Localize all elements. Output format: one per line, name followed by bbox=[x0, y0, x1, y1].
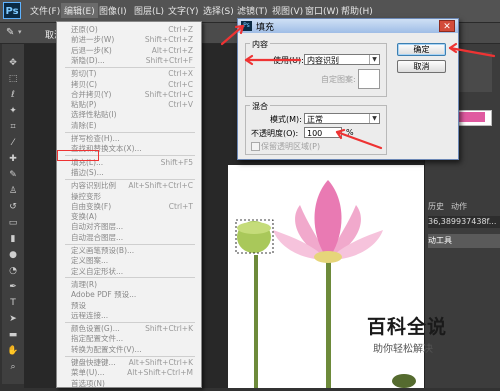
watermark-title: 百科全说 bbox=[367, 316, 448, 338]
watermark-subtitle: 助你轻松解决 bbox=[373, 344, 433, 355]
arrow-to-dialog-title bbox=[220, 24, 245, 46]
arrow-to-opacity bbox=[335, 130, 383, 150]
